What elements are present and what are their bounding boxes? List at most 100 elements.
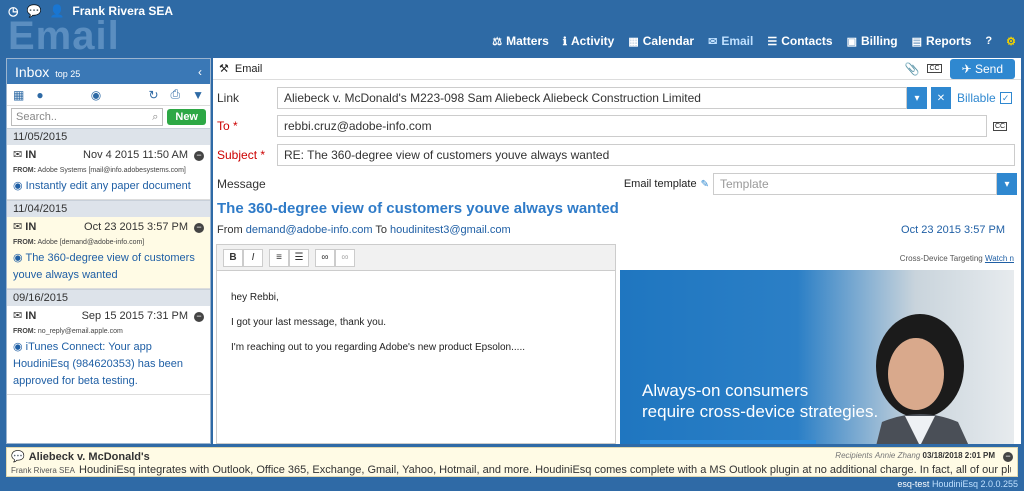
search-placeholder: Search.. bbox=[16, 111, 57, 123]
inbox-subtitle: top 25 bbox=[55, 68, 81, 79]
nav-billing[interactable]: ▣ Billing bbox=[847, 34, 898, 48]
nav-email[interactable]: ✉ Email bbox=[708, 34, 753, 48]
to-link[interactable]: houdinitest3@gmail.com bbox=[390, 224, 511, 236]
unlink-icon[interactable]: ∞ bbox=[335, 248, 355, 267]
chevron-down-icon[interactable]: ▾ bbox=[907, 87, 927, 109]
user-icon[interactable]: ● bbox=[36, 88, 43, 102]
list-item[interactable]: ✉ IN Nov 4 2015 11:50 AM − FROM: Adobe Sys… bbox=[7, 145, 210, 200]
date-header: 09/16/2015 bbox=[7, 289, 210, 306]
compose-header: ⚒ Email 📎 CC ✈ Send bbox=[213, 58, 1021, 80]
nav-reports[interactable]: ▤ Reports bbox=[912, 34, 972, 48]
remove-icon[interactable]: − bbox=[1003, 452, 1013, 462]
template-label: Email template bbox=[623, 178, 697, 190]
message-row: Message Email template ✎ Template ▾ bbox=[217, 173, 1017, 195]
envelope-icon: ✉ bbox=[13, 221, 23, 233]
recipients-name: Annie Zhang bbox=[874, 451, 921, 460]
link-label: Link bbox=[217, 91, 240, 105]
nav-calendar[interactable]: ▦ Calendar bbox=[628, 34, 694, 48]
search-input[interactable]: Search.. ⌕ bbox=[11, 108, 164, 126]
message-subject[interactable]: iTunes Connect: Your app HoudiniEsq (984… bbox=[13, 341, 183, 387]
search-icon: ⌕ bbox=[152, 110, 159, 123]
info-icon: ℹ bbox=[562, 35, 567, 48]
ad-text-line: Always-on consumers bbox=[642, 381, 809, 400]
calendar-icon: ▦ bbox=[628, 35, 639, 48]
filter-icon[interactable]: ▼ bbox=[192, 88, 204, 102]
body-line: I'm reaching out to you regarding Adobe'… bbox=[231, 342, 525, 353]
ad-button bbox=[640, 440, 816, 444]
subject-row: Subject * RE: The 360-degree view of cus… bbox=[217, 144, 1015, 166]
nav-activity[interactable]: ℹ Activity bbox=[563, 34, 615, 48]
nav-matters[interactable]: ⚖ Matters bbox=[492, 34, 549, 48]
from-prefix: From bbox=[217, 224, 243, 236]
ad-link[interactable]: Watch n bbox=[985, 254, 1014, 263]
editor-toolbar: B I ≡ ☰ ∞ ∞ bbox=[217, 245, 615, 271]
cc-icon[interactable]: CC bbox=[927, 64, 942, 73]
cc-icon[interactable]: CC bbox=[993, 121, 1008, 131]
help-button[interactable]: ? bbox=[985, 35, 992, 47]
list-item[interactable]: ✉ IN Oct 23 2015 3:57 PM − FROM: Adobe [de… bbox=[7, 217, 210, 289]
inbox-panel: Inbox top 25 ‹ ▦ ● ◉ ↻ ⎙ ▼ Search.. ⌕ New… bbox=[6, 58, 211, 444]
ad-header: Cross-Device Targeting Watch n bbox=[900, 254, 1014, 263]
calendar-icon[interactable]: ▦ bbox=[13, 88, 24, 102]
refresh-icon[interactable]: ↻ bbox=[148, 88, 158, 102]
envelope-icon: ✉ bbox=[13, 149, 23, 161]
chevron-left-icon[interactable]: ‹ bbox=[198, 65, 202, 79]
list-item[interactable]: ✉ IN Sep 15 2015 7:31 PM − FROM: no_reply@… bbox=[7, 306, 210, 395]
search-row: Search.. ⌕ New bbox=[7, 106, 210, 128]
numbered-list-icon[interactable]: ≡ bbox=[269, 248, 289, 267]
editor-body[interactable]: hey Rebbi, I got your last message, than… bbox=[217, 271, 615, 374]
ad-text: Always-on consumers require cross-device… bbox=[642, 380, 878, 422]
ad-text-line: require cross-device strategies. bbox=[642, 402, 879, 421]
compose-panel: ⚒ Email 📎 CC ✈ Send Link Aliebeck v. McDo… bbox=[213, 58, 1021, 444]
edit-icon[interactable]: ✎ bbox=[701, 179, 709, 190]
billable-checkbox[interactable]: ✓ bbox=[999, 92, 1012, 104]
gavel-icon: ⚖ bbox=[492, 35, 503, 48]
message-date: Sep 15 2015 7:31 PM bbox=[81, 309, 188, 322]
paperclip-icon[interactable]: 📎 bbox=[905, 62, 920, 76]
env-label: esq-test bbox=[897, 479, 930, 489]
template-select[interactable]: Template bbox=[713, 173, 997, 195]
subject-field[interactable]: RE: The 360-degree view of customers you… bbox=[277, 144, 1015, 166]
message-subject[interactable]: Instantly edit any paper document bbox=[26, 180, 191, 192]
bullet-list-icon[interactable]: ☰ bbox=[289, 248, 309, 267]
to-row: To * rebbi.cruz@adobe-info.com CC bbox=[217, 115, 1008, 137]
remove-icon[interactable]: − bbox=[194, 311, 204, 322]
close-icon[interactable]: ✕ bbox=[931, 87, 951, 109]
subject-label: Subject * bbox=[217, 148, 266, 162]
print-icon[interactable]: ⎙ bbox=[171, 87, 181, 102]
message-subject[interactable]: The 360-degree view of customers youve a… bbox=[13, 252, 195, 281]
to-field[interactable]: rebbi.cruz@adobe-info.com bbox=[277, 115, 987, 137]
nav-contacts[interactable]: ☰ Contacts bbox=[767, 34, 832, 48]
new-button[interactable]: New bbox=[167, 109, 206, 125]
bold-icon[interactable]: B bbox=[223, 248, 243, 267]
chart-icon: ▤ bbox=[911, 35, 923, 48]
settings-button[interactable]: ⚙ bbox=[1006, 35, 1016, 48]
billing-icon: ▣ bbox=[846, 35, 857, 48]
comment-icon: 💬 bbox=[11, 451, 25, 463]
link-icon[interactable]: ∞ bbox=[315, 248, 335, 267]
activity-title[interactable]: Aliebeck v. McDonald's bbox=[29, 451, 150, 463]
email-from-line: From demand@adobe-info.com To houdinites… bbox=[217, 224, 511, 236]
activity-timestamp: 03/18/2018 2:01 PM bbox=[922, 451, 996, 460]
chevron-down-icon[interactable]: ▾ bbox=[997, 173, 1017, 195]
link-field[interactable]: Aliebeck v. McDonald's M223-098 Sam Alie… bbox=[277, 87, 907, 109]
from-link[interactable]: demand@adobe-info.com bbox=[246, 224, 373, 236]
nav-label: Reports bbox=[926, 34, 972, 48]
message-label: Message bbox=[217, 177, 266, 191]
activity-meta: Recipients Annie Zhang 03/18/2018 2:01 P… bbox=[835, 451, 995, 460]
inbox-header: Inbox top 25 ‹ bbox=[7, 59, 210, 84]
send-button[interactable]: ✈ Send bbox=[949, 58, 1015, 79]
eye-icon[interactable]: ◉ bbox=[91, 88, 101, 102]
italic-icon[interactable]: I bbox=[243, 248, 263, 267]
eye-icon: ◉ bbox=[13, 252, 23, 264]
remove-icon[interactable]: − bbox=[194, 222, 204, 233]
gavel-icon: ⚒ bbox=[219, 63, 229, 75]
contacts-icon: ☰ bbox=[767, 35, 778, 48]
main-nav: ⚖ Matters ℹ Activity ▦ Calendar ✉ Email ☰ Con… bbox=[492, 34, 1016, 48]
body-line: I got your last message, thank you. bbox=[231, 317, 387, 328]
rich-text-editor[interactable]: B I ≡ ☰ ∞ ∞ hey Rebbi, I got your last m… bbox=[216, 244, 616, 444]
direction: IN bbox=[25, 149, 37, 161]
remove-icon[interactable]: − bbox=[194, 150, 204, 161]
message-from: no_reply@email.apple.com bbox=[37, 328, 123, 335]
envelope-icon: ✉ bbox=[13, 310, 23, 322]
